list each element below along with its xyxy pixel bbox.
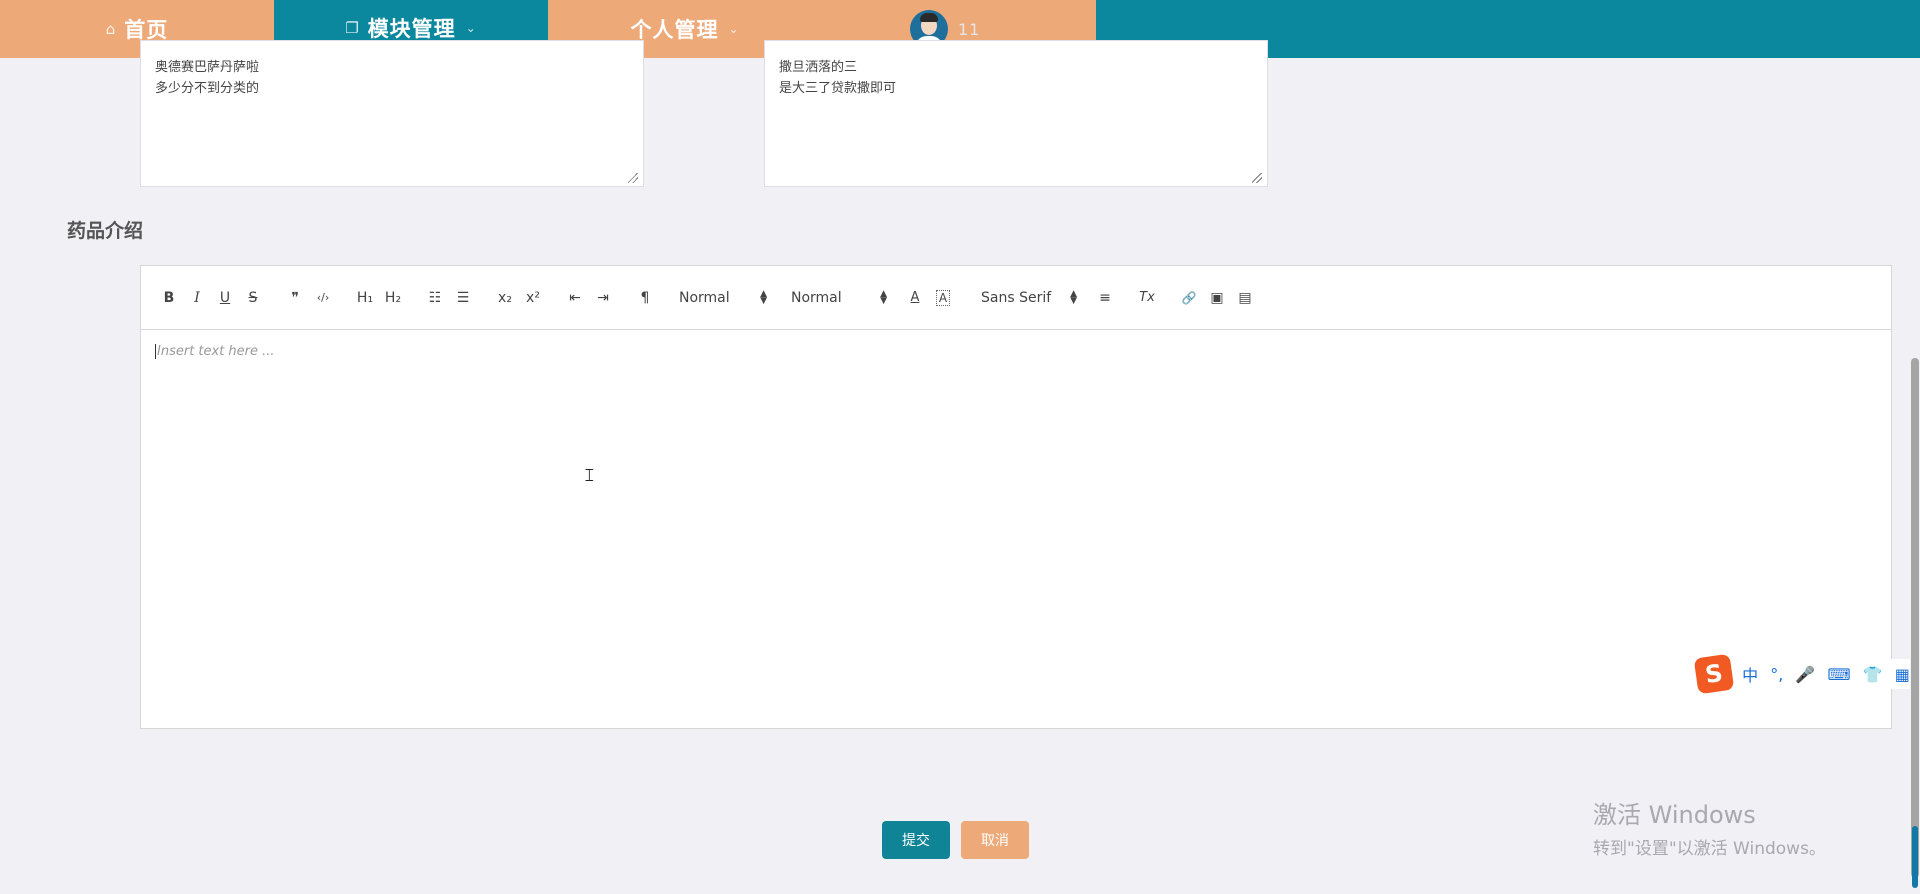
link-button[interactable]: 🔗 — [1175, 286, 1203, 310]
bold-button[interactable]: B — [155, 286, 183, 310]
skin-shirt-icon[interactable]: 👕 — [1863, 665, 1883, 684]
underline-button[interactable]: U — [211, 286, 239, 310]
resize-handle-right[interactable] — [1252, 173, 1262, 183]
editor-placeholder: Insert text here ... — [157, 344, 275, 359]
background-color-button[interactable]: A — [929, 286, 957, 310]
clear-format-icon: Tx — [1139, 290, 1155, 305]
font-color-icon: A — [910, 290, 920, 305]
picker-arrows-icon: ▲ ▼ — [880, 288, 887, 306]
ime-status-bar: 中 °, 🎤 ⌨ 👕 ▦ — [1736, 659, 1916, 689]
image-icon: ▣ — [1210, 289, 1224, 306]
outdent-icon: ⇤ — [569, 289, 581, 306]
scrollbar-thumb[interactable] — [1911, 358, 1919, 878]
link-icon: 🔗 — [1181, 290, 1197, 305]
align-button[interactable]: ≡ — [1091, 286, 1119, 310]
image-button[interactable]: ▣ — [1203, 286, 1231, 310]
text-cursor — [155, 344, 156, 359]
clean-format-button[interactable]: Tx — [1133, 286, 1161, 310]
chevron-down-icon: ⌄ — [465, 20, 477, 35]
mouse-ibeam-cursor-icon: 𝙸 — [583, 465, 596, 486]
header-picker-value: Normal — [791, 289, 842, 306]
cancel-button[interactable]: 取消 — [961, 821, 1029, 859]
window-icon: ❐ — [345, 18, 360, 37]
sogou-logo-icon[interactable]: S — [1693, 653, 1735, 695]
align-left-icon: ≡ — [1099, 289, 1111, 306]
home-icon: ⌂ — [105, 20, 117, 38]
submit-button[interactable]: 提交 — [882, 821, 950, 859]
chevron-down-icon: ⌄ — [728, 22, 740, 36]
keyboard-icon[interactable]: ⌨ — [1827, 665, 1850, 684]
bullet-list-button[interactable]: ☰ — [449, 286, 477, 310]
size-picker-value: Normal — [679, 289, 730, 306]
bullet-list-icon: ☰ — [456, 289, 470, 306]
textarea-right[interactable]: 撒旦洒落的三 是大三了贷款撒即可 — [764, 40, 1268, 187]
font-color-button[interactable]: A — [901, 286, 929, 310]
microphone-icon[interactable]: 🎤 — [1795, 665, 1815, 684]
nav-module-label: 模块管理 — [367, 16, 456, 41]
textarea-left[interactable]: 奥德赛巴萨丹萨啦 多少分不到分类的 — [140, 40, 644, 187]
indent-icon: ⇥ — [597, 289, 609, 306]
editor-content-area[interactable]: Insert text here ... — [141, 330, 1891, 373]
font-picker-value: Sans Serif — [981, 289, 1052, 306]
superscript-button[interactable]: x² — [519, 286, 547, 310]
scrollbar-indicator — [1912, 826, 1918, 888]
blockquote-button[interactable]: ❞ — [281, 286, 309, 310]
subscript-button[interactable]: x₂ — [491, 286, 519, 310]
watermark-title: 激活 Windows — [1593, 801, 1756, 829]
header-1-button[interactable]: H₁ — [351, 286, 379, 310]
windows-activation-watermark: 激活 Windows 转到"设置"以激活 Windows。 — [1593, 795, 1826, 859]
italic-button[interactable]: I — [183, 286, 211, 310]
strike-button[interactable]: S — [239, 286, 267, 310]
rich-text-editor: B I U S ❞ ‹/› H₁ H₂ ☷ ☰ x₂ x² ⇤ ⇥ ¶ Norm… — [140, 265, 1892, 729]
resize-handle-left[interactable] — [628, 173, 638, 183]
text-direction-button[interactable]: ¶ — [631, 286, 659, 310]
outdent-button[interactable]: ⇤ — [561, 286, 589, 310]
background-color-icon: A — [935, 289, 951, 306]
direction-icon: ¶ — [640, 289, 650, 306]
indent-button[interactable]: ⇥ — [589, 286, 617, 310]
ime-menu-grid-icon[interactable]: ▦ — [1895, 665, 1910, 684]
username: 11 — [958, 19, 981, 39]
drug-introduction-label: 药品介绍 — [67, 220, 144, 242]
video-icon: ▤ — [1238, 289, 1252, 306]
ime-toolbar[interactable]: S 中 °, 🎤 ⌨ 👕 ▦ — [1693, 653, 1920, 695]
quote-icon: ❞ — [291, 289, 299, 306]
watermark-subtitle: 转到"设置"以激活 Windows。 — [1593, 839, 1826, 859]
ordered-list-icon: ☷ — [428, 289, 442, 306]
ime-punctuation-icon[interactable]: °, — [1770, 665, 1783, 684]
video-button[interactable]: ▤ — [1231, 286, 1259, 310]
editor-toolbar: B I U S ❞ ‹/› H₁ H₂ ☷ ☰ x₂ x² ⇤ ⇥ ¶ Norm… — [141, 266, 1891, 330]
picker-arrows-icon: ▲ ▼ — [1070, 288, 1077, 306]
code-icon: ‹/› — [316, 291, 330, 304]
code-block-button[interactable]: ‹/› — [309, 286, 337, 310]
font-picker[interactable]: Sans Serif ▲ ▼ — [981, 288, 1077, 306]
header-picker[interactable]: Normal ▲ ▼ — [791, 288, 887, 306]
picker-arrows-icon: ▲ ▼ — [760, 288, 767, 306]
ordered-list-button[interactable]: ☷ — [421, 286, 449, 310]
ime-chinese-mode[interactable]: 中 — [1742, 662, 1758, 686]
size-picker[interactable]: Normal ▲ ▼ — [679, 288, 767, 306]
header-2-button[interactable]: H₂ — [379, 286, 407, 310]
